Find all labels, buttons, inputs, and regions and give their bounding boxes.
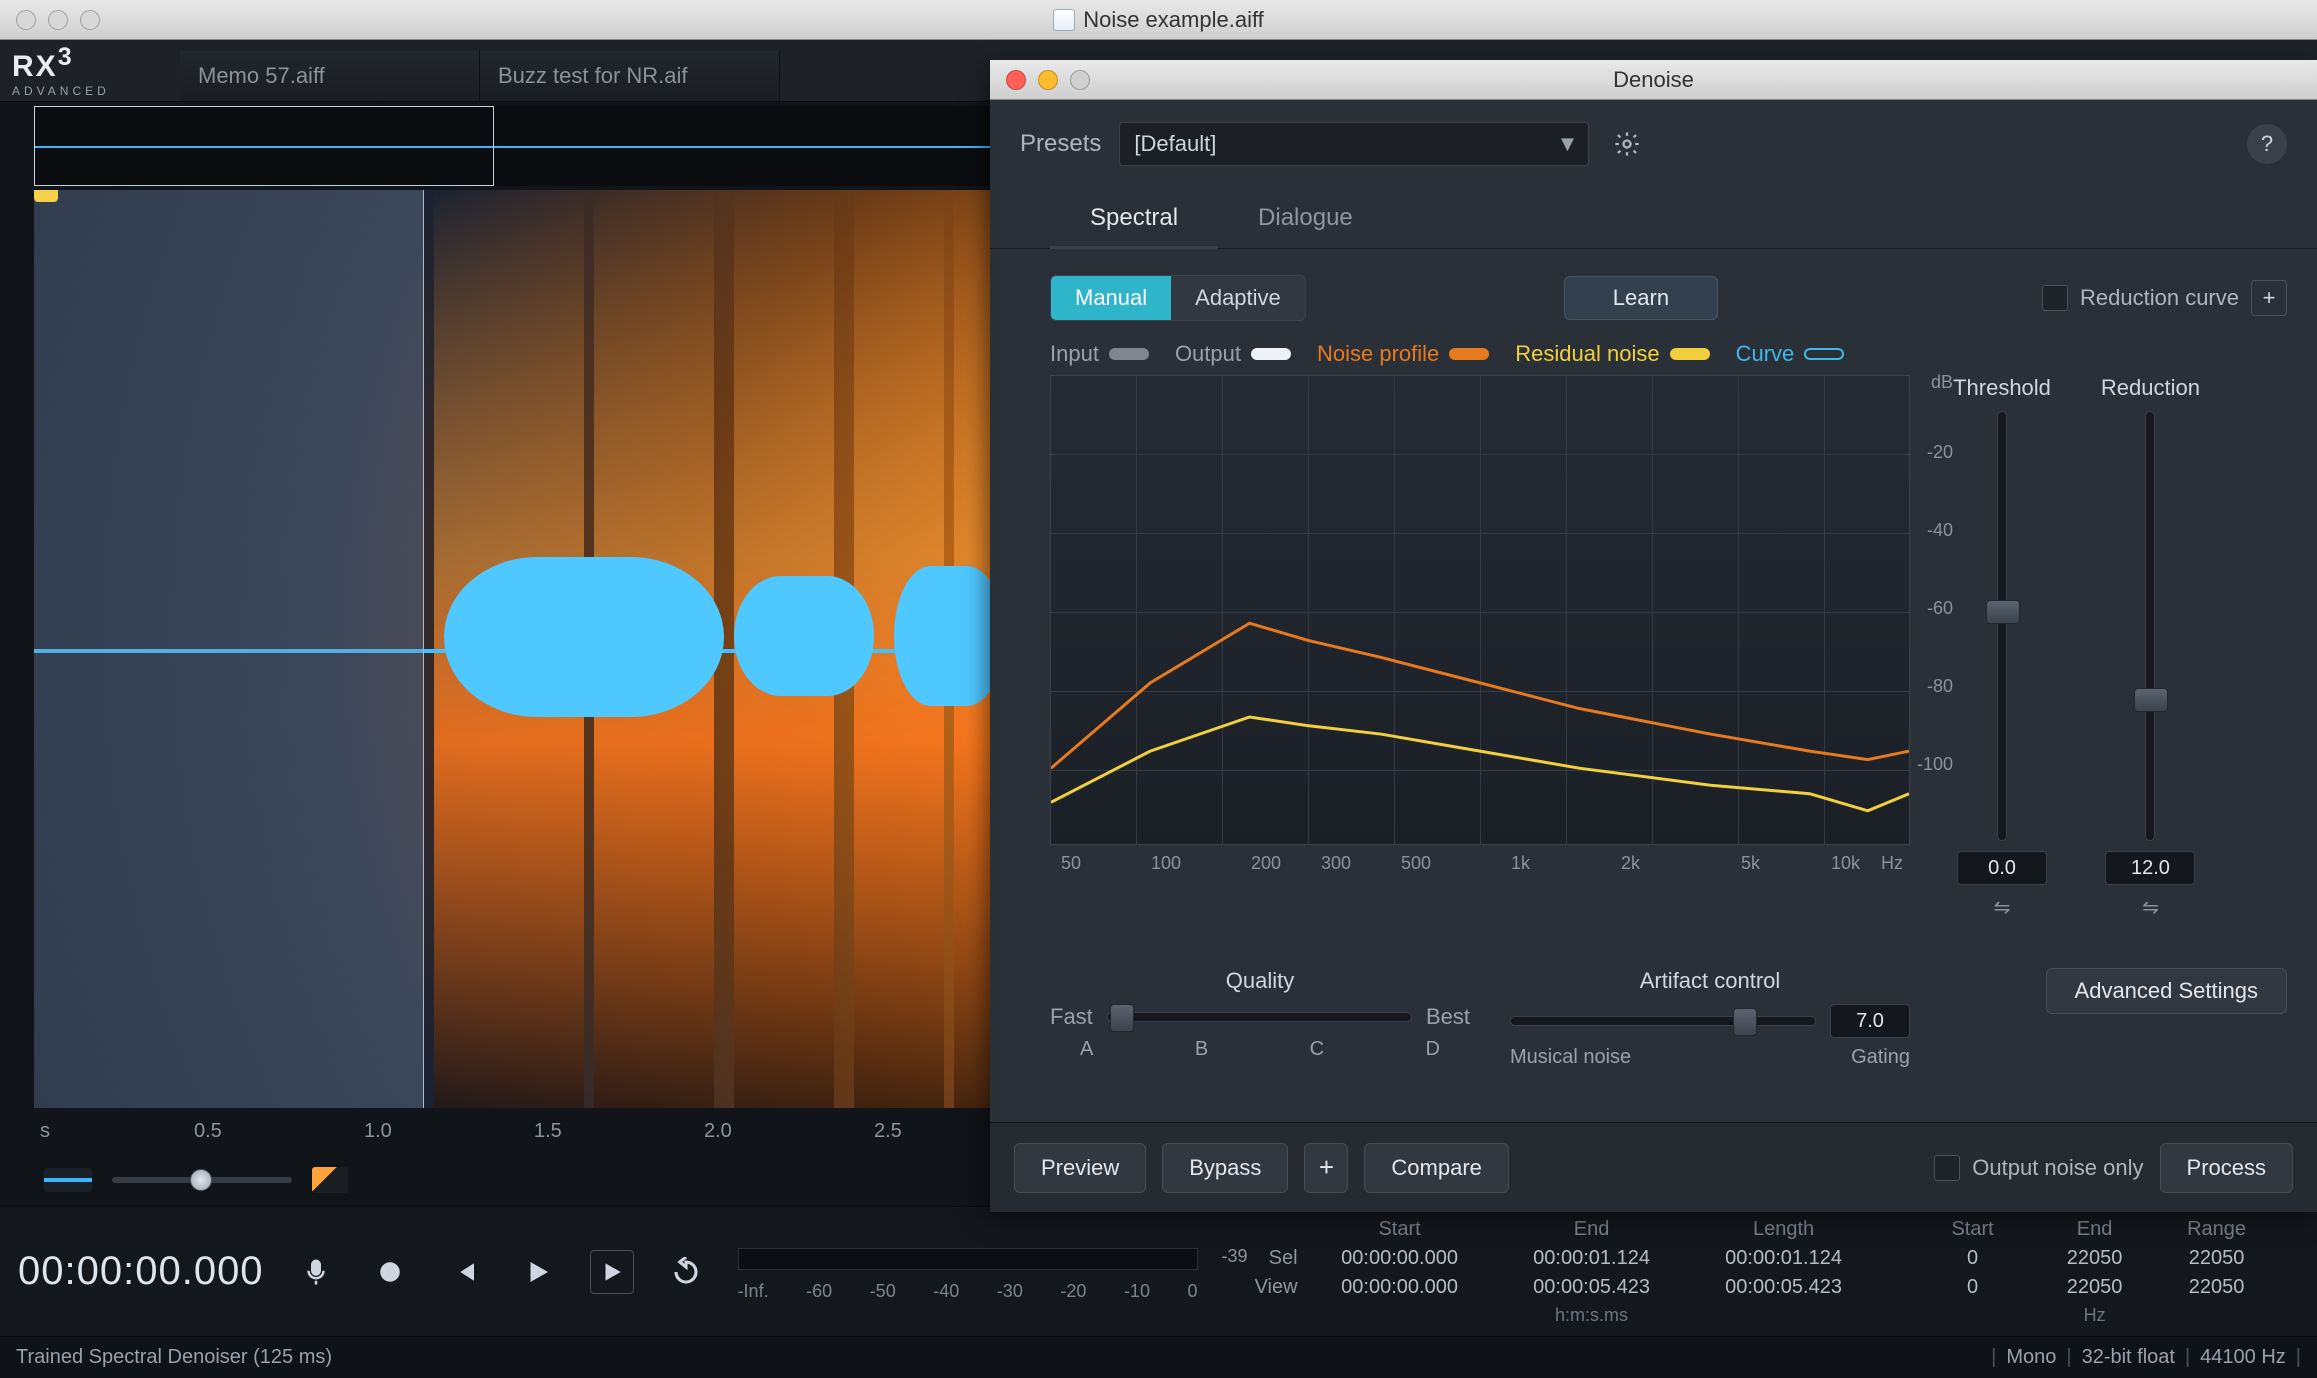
view-length[interactable]: 00:00:05.423 [1694,1276,1874,1299]
document-icon [1053,9,1075,31]
record-arm-icon[interactable] [294,1250,338,1294]
threshold-label: Threshold [1953,375,2051,401]
transport-bar: 00:00:00.000 -39 -Inf. -60 -50 -40 -30 -… [0,1206,2317,1336]
timecode-display: 00:00:00.000 [18,1249,264,1294]
mode-segment: Manual Adaptive [1050,275,1306,321]
output-swatch-icon [1251,348,1291,360]
tab-dialogue[interactable]: Dialogue [1218,188,1393,248]
play-selection-icon[interactable] [590,1250,634,1294]
link-icon[interactable]: ⇋ [2142,895,2159,920]
zoom-icon[interactable] [1070,70,1090,90]
status-text: Trained Spectral Denoiser (125 ms) [16,1346,332,1369]
artifact-label: Artifact control [1510,968,1910,994]
artifact-slider[interactable] [1510,1016,1816,1026]
spectrogram-mode-icon[interactable] [312,1167,348,1193]
sel-end[interactable]: 00:00:01.124 [1502,1247,1682,1270]
denoise-title: Denoise [1613,67,1694,93]
minimize-icon[interactable] [48,10,68,30]
record-icon[interactable] [368,1250,412,1294]
file-tab[interactable]: Buzz test for NR.aif [480,51,780,101]
main-traffic-lights [0,10,100,30]
denoise-tabs: Spectral Dialogue [990,188,2317,249]
learn-button[interactable]: Learn [1564,276,1718,320]
level-meter: -39 -Inf. -60 -50 -40 -30 -20 -10 0 [738,1242,1198,1302]
bypass-add-button[interactable]: + [1304,1143,1348,1193]
view-start[interactable]: 00:00:00.000 [1310,1276,1490,1299]
status-bar: Trained Spectral Denoiser (125 ms) |Mono… [0,1336,2317,1378]
sel-hz-start[interactable]: 0 [1918,1247,2028,1270]
close-icon[interactable] [1006,70,1026,90]
quality-label: Quality [1050,968,1470,994]
bypass-button[interactable]: Bypass [1162,1143,1288,1193]
sel-hz-end[interactable]: 22050 [2040,1247,2150,1270]
denoise-window: Denoise Presets [Default] ▼ ? Spectral D… [990,60,2317,1212]
close-icon[interactable] [16,10,36,30]
compare-button[interactable]: Compare [1364,1143,1508,1193]
presets-dropdown[interactable]: [Default] ▼ [1119,122,1589,166]
sel-hz-range[interactable]: 22050 [2162,1247,2272,1270]
adaptive-button[interactable]: Adaptive [1171,276,1305,320]
resid-swatch-icon [1670,348,1710,360]
presets-label: Presets [1020,130,1101,158]
view-hz-range[interactable]: 22050 [2162,1276,2272,1299]
blend-slider[interactable] [112,1177,292,1183]
loop-icon[interactable] [664,1250,708,1294]
zoom-icon[interactable] [80,10,100,30]
waveform-mode-icon[interactable] [44,1168,92,1192]
threshold-value[interactable]: 0.0 [1957,851,2047,885]
file-tab[interactable]: Memo 57.aiff [180,51,480,101]
gear-icon[interactable] [1607,124,1647,164]
playhead-marker-icon[interactable] [34,190,58,202]
noise-swatch-icon [1449,348,1489,360]
rewind-icon[interactable] [442,1250,486,1294]
denoise-action-bar: Preview Bypass + Compare Output noise on… [990,1122,2317,1212]
reduction-label: Reduction [2101,375,2200,401]
process-button[interactable]: Process [2160,1143,2293,1193]
graph-legend: Input Output Noise profile Residual nois… [990,321,2317,375]
input-swatch-icon [1109,348,1149,360]
help-icon[interactable]: ? [2247,124,2287,164]
output-noise-checkbox[interactable] [1934,1155,1960,1181]
artifact-value[interactable]: 7.0 [1830,1004,1910,1038]
reduction-curve-label: Reduction curve [2080,285,2239,311]
reduction-value[interactable]: 12.0 [2105,851,2195,885]
view-hz-end[interactable]: 22050 [2040,1276,2150,1299]
minimize-icon[interactable] [1038,70,1058,90]
preview-button[interactable]: Preview [1014,1143,1146,1193]
quality-slider[interactable] [1107,1012,1412,1022]
curve-swatch-icon [1804,348,1844,360]
add-curve-button[interactable]: + [2251,280,2287,316]
reduction-curve-checkbox[interactable] [2042,285,2068,311]
threshold-slider[interactable] [1997,411,2007,841]
reduction-slider[interactable] [2145,411,2155,841]
link-icon[interactable]: ⇋ [1994,895,2011,920]
advanced-settings-button[interactable]: Advanced Settings [2046,968,2287,1014]
tab-spectral[interactable]: Spectral [1050,188,1218,248]
spectrum-graph[interactable]: dB -20 -40 -60 -80 -100 50 100 200 300 5… [1050,375,1910,845]
sel-length[interactable]: 00:00:01.124 [1694,1247,1874,1270]
output-noise-label: Output noise only [1972,1155,2143,1181]
view-hz-start[interactable]: 0 [1918,1276,2028,1299]
sel-start[interactable]: 00:00:00.000 [1310,1247,1490,1270]
manual-button[interactable]: Manual [1051,276,1171,320]
main-window-titlebar: Noise example.aiff [0,0,2317,40]
selection-ranges: Start End Length Start End Range Sel 00:… [1228,1218,2272,1326]
view-end[interactable]: 00:00:05.423 [1502,1276,1682,1299]
play-icon[interactable] [516,1250,560,1294]
main-window-title: Noise example.aiff [1083,7,1264,33]
chevron-down-icon: ▼ [1557,131,1579,157]
app-logo: RX3 ADVANCED [0,37,180,104]
